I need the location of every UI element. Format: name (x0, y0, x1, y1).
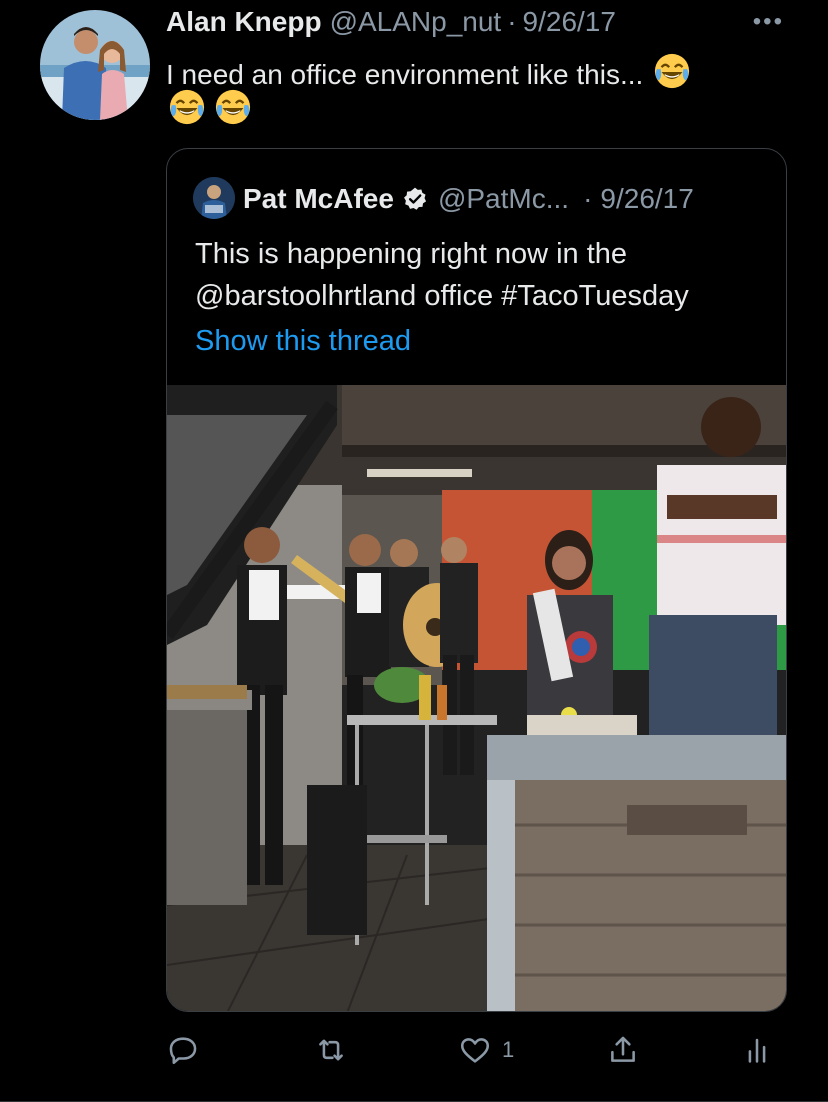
laughing-emoji-icon (654, 53, 690, 89)
author-handle[interactable]: @ALANp_nut (330, 6, 502, 38)
quoted-tweet-text: This is happening right now in the @bars… (195, 233, 765, 317)
like-button[interactable]: 1 (458, 1028, 514, 1072)
quoted-author-avatar[interactable] (193, 177, 235, 219)
tweet-text: I need an office environment like this..… (166, 52, 776, 93)
separator-dot: · (507, 6, 517, 37)
separator-dot: · (583, 183, 593, 214)
analytics-button[interactable] (740, 1028, 774, 1072)
show-thread-link[interactable]: Show this thread (195, 325, 411, 358)
analytics-icon (748, 1038, 766, 1063)
heart-icon (460, 1038, 490, 1063)
quoted-tweet-date[interactable]: 9/26/17 (600, 183, 693, 215)
share-button[interactable] (606, 1028, 640, 1072)
verified-badge-icon (403, 187, 426, 210)
quoted-author-name[interactable]: Pat McAfee (243, 183, 394, 215)
quoted-text-line-1: This is happening right now in the (195, 238, 628, 270)
quoted-tweet-header: Pat McAfee @PatMc... · 9/26/17 (243, 177, 694, 221)
laughing-emoji-icon (169, 89, 205, 125)
like-count: 1 (502, 1037, 515, 1062)
author-avatar[interactable] (40, 10, 150, 120)
quoted-tweet-media[interactable] (167, 385, 786, 1011)
video-still-image (167, 385, 786, 1011)
tweet-header: Alan Knepp @ALANp_nut · 9/26/17 (166, 6, 708, 46)
author-name[interactable]: Alan Knepp (166, 6, 322, 38)
more-horizontal-icon[interactable]: ••• (753, 10, 784, 34)
tweet-action-bar: 1 (166, 1028, 788, 1078)
retweet-button[interactable] (314, 1028, 348, 1072)
tweet-date[interactable]: 9/26/17 (523, 6, 616, 38)
laughing-emoji-icon (215, 89, 251, 125)
retweet-icon (319, 1039, 343, 1061)
tweet-text-content: I need an office environment like this..… (166, 59, 644, 90)
emoji-row (166, 88, 252, 126)
reply-button[interactable] (166, 1028, 200, 1072)
quoted-text-line-2: @barstoolhrtland office #TacoTuesday (195, 280, 689, 312)
quoted-tweet-card[interactable]: Pat McAfee @PatMc... · 9/26/17 This is h… (166, 148, 787, 1012)
quoted-author-handle[interactable]: @PatMc... (438, 183, 569, 215)
share-icon (611, 1036, 635, 1062)
reply-icon (169, 1037, 197, 1065)
